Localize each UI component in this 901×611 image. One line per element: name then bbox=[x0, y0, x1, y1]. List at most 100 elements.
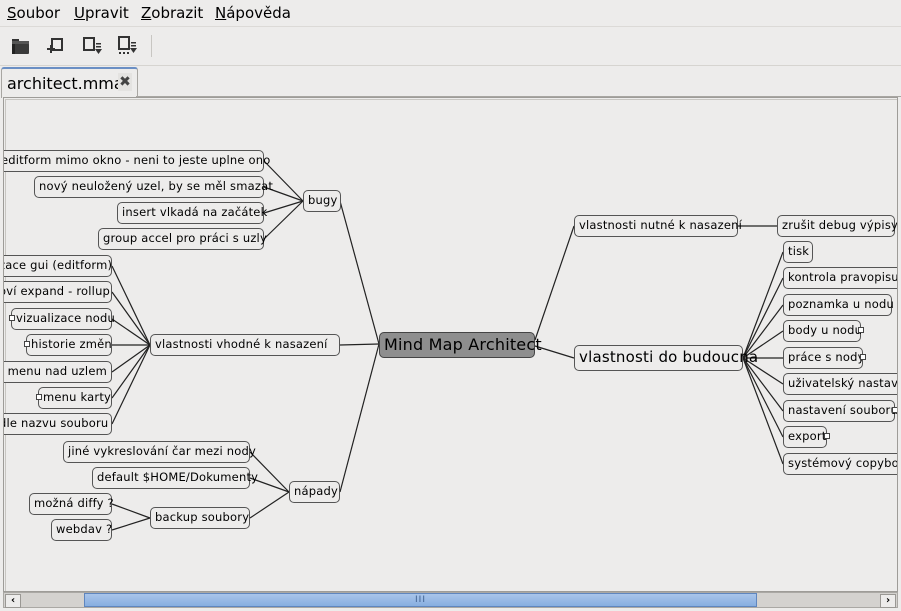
node-budoucna-child[interactable]: systémový copybor bbox=[783, 453, 898, 475]
collapse-handle[interactable] bbox=[892, 407, 897, 413]
node-bugy-child[interactable]: group accel pro práci s uzly bbox=[98, 228, 267, 250]
edge-budoucna-child bbox=[742, 357, 784, 465]
node-label: default $HOME/Dokumenty bbox=[97, 470, 259, 484]
add-sibling-button[interactable] bbox=[114, 33, 140, 59]
node-budoucna[interactable]: vlastnosti do budoucna bbox=[574, 345, 758, 371]
add-node-icon bbox=[47, 38, 63, 53]
node-label: nový neuložený uzel, by se měl smazat bbox=[39, 179, 274, 193]
node-label: uživatelský nastave bbox=[788, 376, 898, 390]
node-bugy[interactable]: bugy bbox=[303, 190, 341, 212]
grip-icon: III bbox=[415, 595, 426, 605]
collapse-handle[interactable] bbox=[858, 327, 864, 333]
edge-vhodne-child bbox=[111, 291, 151, 346]
tab-architect-mma[interactable]: architect.mma ✖ bbox=[1, 67, 138, 98]
add-child-button[interactable] bbox=[79, 33, 105, 59]
edge-budoucna-child bbox=[742, 357, 784, 438]
node-budoucna-child[interactable]: tisk bbox=[783, 241, 813, 263]
node-label: nastavení souboru bbox=[788, 403, 898, 417]
edge-vhodne-child bbox=[111, 344, 151, 399]
node-vhodne-child[interactable]: historie změn bbox=[24, 334, 112, 356]
node-budoucna-child[interactable]: kontrola pravopisu bbox=[783, 267, 897, 289]
node-label: insert vlkadá na začátek bbox=[122, 205, 268, 219]
node-backup-child[interactable]: možná diffy ? bbox=[29, 493, 114, 515]
menu-mnemonic: S bbox=[7, 4, 17, 22]
node-label: group accel pro práci s uzly bbox=[103, 231, 267, 245]
node-bugy-child[interactable]: insert vlkadá na začátek bbox=[117, 202, 268, 224]
node-label: historie změn bbox=[31, 337, 112, 351]
node-label: dle nazvu souboru bbox=[3, 416, 109, 430]
collapse-handle[interactable] bbox=[24, 341, 30, 347]
node-label: zace gui (editform) bbox=[3, 258, 113, 272]
node-label: editform mimo okno - neni to jeste uplne… bbox=[3, 153, 271, 167]
collapse-handle[interactable] bbox=[9, 315, 15, 321]
node-backup[interactable]: backup soubory bbox=[150, 507, 250, 529]
collapse-handle[interactable] bbox=[36, 394, 42, 400]
menu-zobrazit[interactable]: Zobrazit bbox=[141, 4, 203, 22]
scroll-right-button[interactable]: › bbox=[880, 594, 896, 608]
root-node[interactable]: Mind Map Architect bbox=[379, 332, 542, 358]
node-label: webdav ? bbox=[56, 522, 113, 536]
node-bugy-child[interactable]: editform mimo okno - neni to jeste uplne… bbox=[4, 150, 270, 172]
scrollbar-thumb[interactable]: III bbox=[84, 593, 757, 607]
node-label: systémový copybor bbox=[788, 456, 898, 470]
node-budoucna-child[interactable]: poznamka u nodu bbox=[783, 294, 894, 316]
menu-upravit[interactable]: Upravit bbox=[74, 4, 129, 22]
node-napady-child[interactable]: jiné vykreslování čar mezi nody bbox=[63, 441, 256, 463]
node-label: vlastnosti nutné k nasazení bbox=[579, 218, 743, 232]
node-label: práce s nody bbox=[788, 350, 865, 364]
toolbar bbox=[0, 27, 901, 66]
chevron-left-icon: ‹ bbox=[10, 595, 16, 606]
edge-root-nutne bbox=[534, 225, 575, 341]
collapse-handle[interactable] bbox=[824, 433, 830, 439]
node-label: export bbox=[788, 429, 827, 443]
edge-root-bugy bbox=[339, 200, 380, 345]
scroll-left-button[interactable]: ‹ bbox=[5, 594, 21, 608]
menu-label: oubor bbox=[16, 4, 61, 22]
node-label: jiné vykreslování čar mezi nody bbox=[68, 444, 256, 458]
node-napady[interactable]: nápady bbox=[289, 481, 340, 503]
node-bugy-child[interactable]: nový neuložený uzel, by se měl smazat bbox=[34, 176, 273, 198]
menu-mnemonic: U bbox=[74, 4, 85, 22]
toolbar-separator bbox=[151, 35, 152, 57]
node-vhodne[interactable]: vlastnosti vhodné k nasazení bbox=[150, 334, 340, 356]
mindmap-canvas[interactable]: Mind Map Architect bugy editform mimo ok… bbox=[3, 97, 898, 592]
node-budoucna-child[interactable]: nastavení souboru bbox=[783, 400, 898, 422]
node-vhodne-child[interactable]: menu karty bbox=[36, 387, 112, 409]
node-napady-child[interactable]: default $HOME/Dokumenty bbox=[92, 467, 258, 489]
node-label: vlastnosti vhodné k nasazení bbox=[155, 337, 328, 351]
node-budoucna-child[interactable]: práce s nody bbox=[783, 347, 866, 369]
edge-budoucna-child bbox=[742, 277, 784, 359]
collapse-handle[interactable] bbox=[860, 354, 866, 360]
edge-vhodne-child bbox=[111, 265, 151, 346]
node-budoucna-child[interactable]: body u nodu bbox=[783, 320, 864, 342]
node-backup-child[interactable]: webdav ? bbox=[51, 519, 112, 541]
menu-mnemonic: N bbox=[215, 4, 227, 22]
menu-label: ápověda bbox=[226, 4, 291, 22]
open-button[interactable] bbox=[8, 33, 34, 59]
node-vhodne-child[interactable]: dle nazvu souboru bbox=[3, 413, 112, 435]
add-child-node-icon bbox=[83, 37, 102, 54]
node-label: backup soubory bbox=[155, 510, 250, 524]
node-budoucna-child[interactable]: export bbox=[783, 426, 830, 448]
add-sibling-node-icon bbox=[118, 36, 137, 54]
node-vhodne-child[interactable]: t menu nad uzlem bbox=[4, 361, 112, 383]
node-label: vizualizace nodu bbox=[16, 311, 116, 325]
node-label: oví expand - rollup bbox=[3, 284, 111, 298]
chevron-right-icon: › bbox=[885, 595, 891, 606]
node-label: bugy bbox=[308, 193, 338, 207]
add-node-button[interactable] bbox=[42, 33, 68, 59]
node-vhodne-child[interactable]: vizualizace nodu bbox=[9, 308, 116, 330]
node-nutne-child[interactable]: zrušit debug výpisy bbox=[777, 215, 897, 237]
close-icon[interactable]: ✖ bbox=[118, 73, 132, 91]
node-budoucna-child[interactable]: uživatelský nastave bbox=[783, 373, 898, 395]
node-vhodne-child[interactable]: zace gui (editform) bbox=[3, 255, 113, 277]
horizontal-scrollbar[interactable]: ‹ III › bbox=[3, 592, 898, 608]
node-nutne[interactable]: vlastnosti nutné k nasazení bbox=[574, 215, 742, 237]
node-vhodne-child[interactable]: oví expand - rollup bbox=[3, 281, 112, 303]
node-label: body u nodu bbox=[788, 323, 863, 337]
menu-soubor[interactable]: Soubor bbox=[7, 4, 60, 22]
menu-napoveda[interactable]: Nápověda bbox=[215, 4, 291, 22]
node-label: vlastnosti do budoucna bbox=[579, 348, 759, 366]
edge-root-napady bbox=[339, 343, 380, 493]
menubar: Soubor Upravit Zobrazit Nápověda bbox=[0, 0, 901, 27]
